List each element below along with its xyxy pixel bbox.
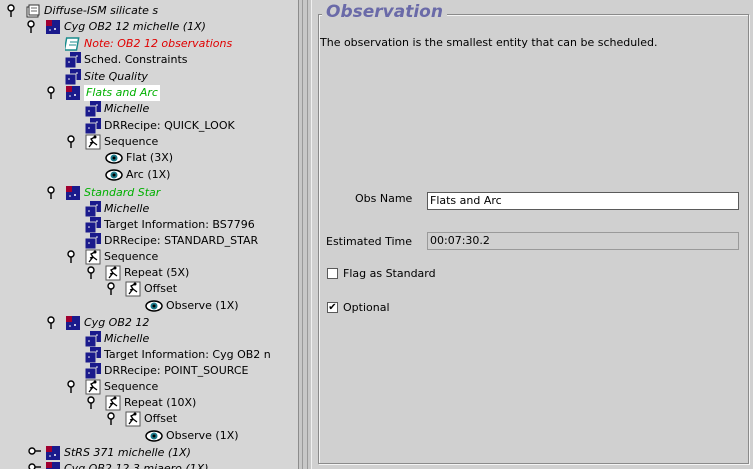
eye-icon (105, 167, 123, 183)
obs-name-field[interactable]: Flats and Arc (427, 192, 739, 210)
tree-expanded-handle-icon[interactable] (26, 20, 37, 33)
tree-node-label[interactable]: Flats and Arc (84, 85, 160, 101)
optional-checkbox[interactable]: ✔ (327, 302, 338, 313)
tree-node-label[interactable]: Standard Star (84, 185, 160, 201)
tree-node-label[interactable]: Cyg OB2 12 (84, 315, 149, 331)
component-icon (64, 52, 81, 69)
tree-node-label[interactable]: Michelle (104, 331, 149, 347)
panel-description: The observation is the smallest entity t… (320, 36, 658, 49)
tree-expanded-handle-icon[interactable] (86, 266, 97, 279)
component-icon (84, 347, 101, 364)
tree-node-label[interactable]: Repeat (10X) (124, 395, 196, 411)
obs-name-label: Obs Name (355, 192, 413, 205)
tree-node-label[interactable]: StRS 371 michelle (1X) (64, 445, 191, 461)
tree-node-label[interactable]: Sequence (104, 379, 158, 395)
sequence-icon (85, 379, 101, 395)
folder-icon (25, 3, 41, 19)
tree-node-label[interactable]: DRRecipe: QUICK_LOOK (104, 118, 235, 134)
tree-node-label[interactable]: DRRecipe: POINT_SOURCE (104, 363, 249, 379)
tree-node-label[interactable]: Michelle (104, 101, 149, 117)
flag-standard-label[interactable]: Flag as Standard (343, 267, 436, 280)
observation-icon (45, 461, 61, 469)
split-pane-divider[interactable] (298, 0, 312, 469)
tree-node-label[interactable]: Note: OB2 12 observations (84, 36, 232, 52)
component-icon (84, 101, 101, 118)
observation-icon (65, 85, 81, 101)
tree-node-label[interactable]: Repeat (5X) (124, 265, 189, 281)
sequence-icon (85, 249, 101, 265)
estimated-time-label: Estimated Time (326, 235, 412, 248)
tree-node-label[interactable]: DRRecipe: STANDARD_STAR (104, 233, 258, 249)
observation-editor-panel: Observation The observation is the small… (312, 0, 753, 469)
observation-icon (45, 19, 61, 35)
tree-node-label[interactable]: Cyg OB2 12 3 miaero (1X) (64, 461, 209, 469)
panel-title: Observation (322, 2, 447, 22)
tree-expanded-handle-icon[interactable] (66, 380, 77, 393)
eye-icon (145, 428, 163, 444)
component-icon (84, 363, 101, 380)
tree-expanded-handle-icon[interactable] (66, 250, 77, 263)
tree-node-label[interactable]: Target Information: Cyg OB2 n (104, 347, 271, 363)
tree-node-label[interactable]: Cyg OB2 12 michelle (1X) (64, 19, 206, 35)
component-icon (84, 217, 101, 234)
tree-node-label[interactable]: Offset (144, 281, 177, 297)
sequence-icon (125, 281, 141, 297)
observation-icon (65, 185, 81, 201)
eye-icon (105, 150, 123, 166)
tree-node-label[interactable]: Offset (144, 411, 177, 427)
tree-node-label[interactable]: Sequence (104, 249, 158, 265)
eye-icon (145, 298, 163, 314)
component-icon (64, 69, 81, 86)
tree-node-label[interactable]: Observe (1X) (166, 428, 239, 444)
tree-expanded-handle-icon[interactable] (86, 396, 97, 409)
component-icon (84, 233, 101, 250)
tree-node-label[interactable]: Sched. Constraints (84, 52, 188, 68)
tree-expanded-handle-icon[interactable] (66, 135, 77, 148)
tree-collapsed-handle-icon[interactable] (28, 446, 41, 459)
tree-expanded-handle-icon[interactable] (46, 186, 57, 199)
observation-icon (65, 315, 81, 331)
component-icon (84, 331, 101, 348)
optional-label[interactable]: Optional (343, 301, 390, 314)
tree-node-label[interactable]: Diffuse-ISM silicate s (44, 3, 158, 19)
tree-node-label[interactable]: Target Information: BS7796 (104, 217, 255, 233)
tree-node-label[interactable]: Sequence (104, 134, 158, 150)
sequence-icon (85, 134, 101, 150)
divider-grip[interactable] (302, 0, 308, 469)
sequence-icon (125, 411, 141, 427)
sequence-icon (105, 395, 121, 411)
tree-expanded-handle-icon[interactable] (46, 86, 57, 99)
tree-expanded-handle-icon[interactable] (6, 4, 17, 17)
tree-expanded-handle-icon[interactable] (46, 316, 57, 329)
program-tree[interactable]: Diffuse-ISM silicate s Cyg OB2 12 michell… (0, 0, 298, 469)
tree-expanded-handle-icon[interactable] (106, 412, 117, 425)
tree-node-label[interactable]: Arc (1X) (126, 167, 170, 183)
observation-icon (45, 445, 61, 461)
note-icon (63, 36, 81, 52)
tree-node-label[interactable]: Flat (3X) (126, 150, 173, 166)
sequence-icon (105, 265, 121, 281)
component-icon (84, 201, 101, 218)
tree-node-label[interactable]: Observe (1X) (166, 298, 239, 314)
tree-expanded-handle-icon[interactable] (106, 282, 117, 295)
component-icon (84, 118, 101, 135)
tree-node-label[interactable]: Site Quality (84, 69, 148, 85)
flag-standard-checkbox[interactable] (327, 268, 338, 279)
estimated-time-field: 00:07:30.2 (427, 232, 739, 250)
tree-node-label[interactable]: Michelle (104, 201, 149, 217)
tree-collapsed-handle-icon[interactable] (28, 462, 41, 469)
